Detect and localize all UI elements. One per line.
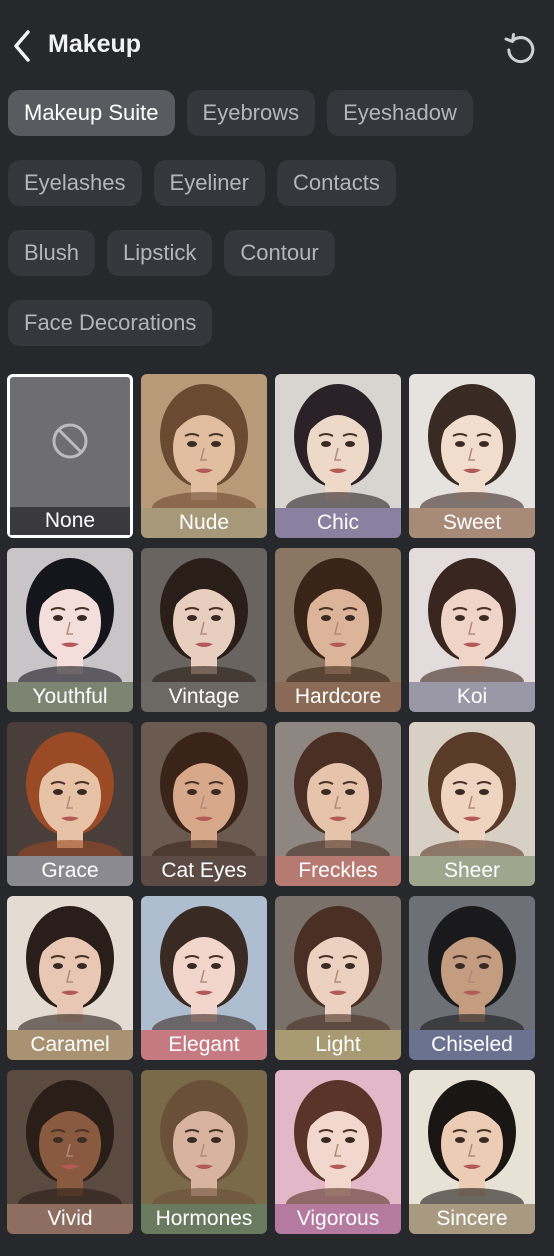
- preset-label: Cat Eyes: [141, 856, 267, 886]
- preset-label: Sweet: [409, 508, 535, 538]
- portrait-thumbnail: [275, 548, 401, 682]
- preset-hormones[interactable]: Hormones: [141, 1070, 267, 1234]
- portrait-thumbnail: [141, 1070, 267, 1204]
- reset-icon: [504, 33, 535, 64]
- chevron-left-icon: [14, 30, 30, 62]
- preset-label: Light: [275, 1030, 401, 1060]
- preset-label: Koi: [409, 682, 535, 712]
- preset-label: Elegant: [141, 1030, 267, 1060]
- portrait-thumbnail: [409, 722, 535, 856]
- preset-label: Hardcore: [275, 682, 401, 712]
- preset-label: None: [10, 507, 130, 535]
- preset-caramel[interactable]: Caramel: [7, 896, 133, 1060]
- preset-light[interactable]: Light: [275, 896, 401, 1060]
- preset-vivid[interactable]: Vivid: [7, 1070, 133, 1234]
- preset-vigorous[interactable]: Vigorous: [275, 1070, 401, 1234]
- preset-koi[interactable]: Koi: [409, 548, 535, 712]
- portrait-thumbnail: [141, 548, 267, 682]
- preset-label: Freckles: [275, 856, 401, 886]
- portrait-thumbnail: [409, 374, 535, 508]
- portrait-thumbnail: [409, 896, 535, 1030]
- tab-contacts[interactable]: Contacts: [277, 160, 396, 206]
- preset-vintage[interactable]: Vintage: [141, 548, 267, 712]
- preset-nude[interactable]: Nude: [141, 374, 267, 538]
- preset-hardcore[interactable]: Hardcore: [275, 548, 401, 712]
- preset-label: Vintage: [141, 682, 267, 712]
- preset-none[interactable]: None: [7, 374, 133, 538]
- tab-contour[interactable]: Contour: [224, 230, 335, 276]
- tab-eyeshadow[interactable]: Eyeshadow: [327, 90, 473, 136]
- preset-cat-eyes[interactable]: Cat Eyes: [141, 722, 267, 886]
- preset-chiseled[interactable]: Chiseled: [409, 896, 535, 1060]
- preset-freckles[interactable]: Freckles: [275, 722, 401, 886]
- preset-label: Sheer: [409, 856, 535, 886]
- preset-chic[interactable]: Chic: [275, 374, 401, 538]
- preset-label: Chic: [275, 508, 401, 538]
- preset-label: Grace: [7, 856, 133, 886]
- tab-row: Eyelashes Eyeliner Contacts: [8, 160, 396, 206]
- portrait-thumbnail: [141, 374, 267, 508]
- portrait-thumbnail: [141, 896, 267, 1030]
- preset-grace[interactable]: Grace: [7, 722, 133, 886]
- preset-label: Nude: [141, 508, 267, 538]
- back-button[interactable]: [10, 28, 36, 64]
- page-title: Makeup: [48, 30, 142, 58]
- portrait-thumbnail: [141, 722, 267, 856]
- top-bar: Makeup: [0, 0, 554, 92]
- portrait-thumbnail: [7, 896, 133, 1030]
- portrait-thumbnail: [275, 1070, 401, 1204]
- portrait-thumbnail: [7, 1070, 133, 1204]
- tab-blush[interactable]: Blush: [8, 230, 96, 276]
- portrait-thumbnail: [275, 374, 401, 508]
- tab-eyeliner[interactable]: Eyeliner: [153, 160, 265, 206]
- tab-face-decorations[interactable]: Face Decorations: [8, 300, 213, 346]
- preset-label: Youthful: [7, 682, 133, 712]
- portrait-thumbnail: [409, 548, 535, 682]
- tab-lipstick[interactable]: Lipstick: [107, 230, 213, 276]
- preset-label: Sincere: [409, 1204, 535, 1234]
- preset-youthful[interactable]: Youthful: [7, 548, 133, 712]
- preset-label: Vivid: [7, 1204, 133, 1234]
- portrait-thumbnail: [7, 548, 133, 682]
- tab-eyelashes[interactable]: Eyelashes: [8, 160, 142, 206]
- portrait-thumbnail: [7, 722, 133, 856]
- preset-elegant[interactable]: Elegant: [141, 896, 267, 1060]
- tab-eyebrows[interactable]: Eyebrows: [186, 90, 316, 136]
- preset-label: Vigorous: [275, 1204, 401, 1234]
- tab-row: Makeup Suite Eyebrows Eyeshadow: [8, 90, 473, 136]
- reset-button[interactable]: [500, 28, 540, 68]
- preset-label: Chiseled: [409, 1030, 535, 1060]
- preset-sweet[interactable]: Sweet: [409, 374, 535, 538]
- no-entry-icon: [52, 423, 88, 459]
- preset-label: Hormones: [141, 1204, 267, 1234]
- portrait-thumbnail: [275, 896, 401, 1030]
- preset-label: Caramel: [7, 1030, 133, 1060]
- portrait-thumbnail: [275, 722, 401, 856]
- tab-row: Blush Lipstick Contour: [8, 230, 335, 276]
- portrait-thumbnail: [409, 1070, 535, 1204]
- preset-sincere[interactable]: Sincere: [409, 1070, 535, 1234]
- tab-makeup-suite[interactable]: Makeup Suite: [8, 90, 175, 136]
- tab-row: Face Decorations: [8, 300, 213, 346]
- preset-sheer[interactable]: Sheer: [409, 722, 535, 886]
